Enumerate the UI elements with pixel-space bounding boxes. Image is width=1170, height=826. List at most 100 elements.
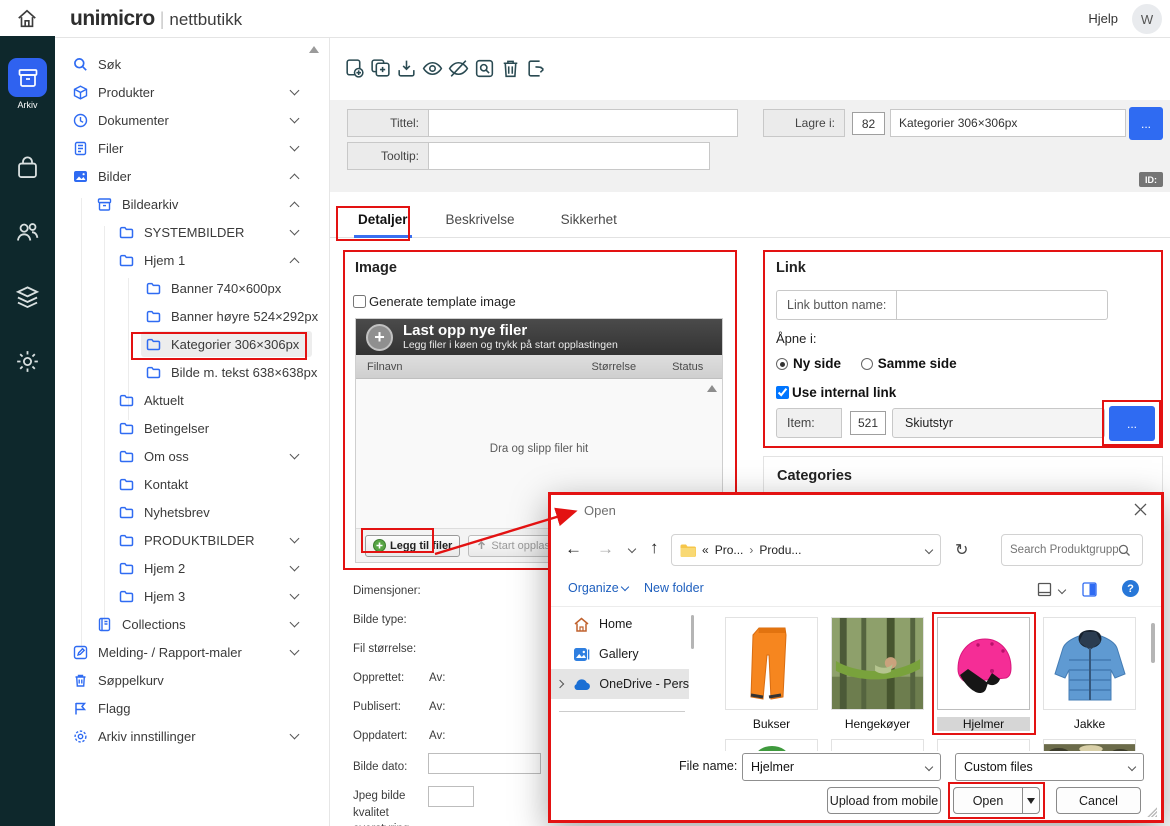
view-dropdown-icon[interactable] [1058, 586, 1066, 594]
close-icon[interactable] [1134, 503, 1147, 516]
item-value-field[interactable]: Skiutstyr [892, 408, 1105, 438]
nav-item-produktbilder[interactable]: PRODUKTBILDER [55, 526, 330, 554]
nav-item-hjem1[interactable]: Hjem 1 [55, 246, 330, 274]
lagre-id-box[interactable]: 82 [852, 112, 885, 135]
scroll-up-icon[interactable] [707, 385, 717, 392]
shopping-bag-icon[interactable] [14, 154, 41, 181]
sidebar-item-home[interactable]: Home [551, 609, 689, 639]
address-dropdown-icon[interactable] [925, 546, 933, 554]
rail-item-arkiv[interactable] [8, 58, 47, 97]
nav-item-produkter[interactable]: Produkter [55, 78, 330, 106]
nav-item-betingelser[interactable]: Betingelser [55, 414, 330, 442]
nav-item-kontakt[interactable]: Kontakt [55, 470, 330, 498]
up-icon[interactable]: ↑ [650, 538, 659, 558]
nav-item-banner740[interactable]: Banner 740×600px [55, 274, 330, 302]
nav-item-hjem2[interactable]: Hjem 2 [55, 554, 330, 582]
preview-icon[interactable] [473, 57, 496, 80]
open-dropdown-icon[interactable] [1023, 798, 1039, 804]
jpeg-quality-input[interactable] [428, 786, 474, 807]
crumb-current[interactable]: Produ... [759, 543, 801, 557]
crumb-parent[interactable]: Pro... [715, 543, 744, 557]
sidebar-scrollbar[interactable] [691, 615, 694, 649]
forward-icon[interactable]: → [597, 539, 614, 559]
nav-item-omoss[interactable]: Om oss [55, 442, 330, 470]
generate-template-row[interactable]: Generate template image [353, 294, 516, 309]
internal-link-checkbox[interactable] [776, 386, 789, 399]
nav-item-sok[interactable]: Søk [55, 50, 330, 78]
delete-icon[interactable] [499, 57, 522, 80]
file-thumb-partial-1[interactable] [725, 739, 818, 751]
nav-item-hjem3[interactable]: Hjem 3 [55, 582, 330, 610]
bilde-dato-input[interactable] [428, 753, 541, 774]
file-thumb-jakke[interactable] [1043, 617, 1136, 710]
tab-beskrivelse[interactable]: Beskrivelse [432, 205, 529, 237]
item-id-box[interactable]: 521 [850, 411, 886, 435]
new-item-icon[interactable] [343, 57, 366, 80]
tooltip-input[interactable] [428, 142, 710, 170]
upload-from-mobile-button[interactable]: Upload from mobile [827, 787, 941, 814]
nav-item-dokumenter[interactable]: Dokumenter [55, 106, 330, 134]
file-thumb-hengekoyer[interactable] [831, 617, 924, 710]
resize-grip[interactable] [1147, 807, 1157, 817]
gear-icon[interactable] [14, 348, 41, 375]
tab-detaljer[interactable]: Detaljer [344, 205, 422, 237]
refresh-icon[interactable]: ↻ [955, 540, 968, 560]
nav-item-systembilder[interactable]: SYSTEMBILDER [55, 218, 330, 246]
lagre-input[interactable] [890, 109, 1126, 137]
file-thumb-bukser[interactable] [725, 617, 818, 710]
hide-icon[interactable] [447, 57, 470, 80]
open-button[interactable]: Open [953, 787, 1040, 814]
avatar[interactable]: W [1132, 4, 1162, 34]
show-icon[interactable] [421, 57, 444, 80]
nav-item-flagg[interactable]: Flagg [55, 694, 330, 722]
new-folder-button[interactable]: New folder [644, 581, 704, 595]
search-input[interactable] [1010, 544, 1118, 556]
users-icon[interactable] [14, 218, 41, 245]
sidebar-item-gallery[interactable]: Gallery [551, 639, 689, 669]
layers-icon[interactable] [14, 284, 41, 311]
file-name-combo[interactable]: Hjelmer [742, 753, 941, 781]
nav-item-bildearkiv[interactable]: Bildearkiv [55, 190, 330, 218]
link-button-name-input[interactable] [896, 290, 1108, 320]
nav-item-aktuelt[interactable]: Aktuelt [55, 386, 330, 414]
item-browse-button[interactable]: ... [1109, 406, 1155, 441]
lagre-browse-button[interactable]: ... [1129, 107, 1163, 140]
nav-item-kategorier[interactable]: Kategorier 306×306px [55, 330, 330, 358]
cancel-button[interactable]: Cancel [1056, 787, 1141, 814]
help-icon[interactable]: ? [1122, 580, 1139, 597]
tab-sikkerhet[interactable]: Sikkerhet [547, 205, 631, 237]
nav-item-soppelkurv[interactable]: Søppelkurv [55, 666, 330, 694]
help-link[interactable]: Hjelp [1088, 11, 1118, 26]
nav-item-collections[interactable]: Collections [55, 610, 330, 638]
nav-item-banner524[interactable]: Banner høyre 524×292px [55, 302, 330, 330]
recent-locations-icon[interactable] [628, 545, 636, 553]
sidebar-item-onedrive[interactable]: OneDrive - Pers [551, 669, 689, 699]
search-box[interactable] [1001, 534, 1143, 566]
move-icon[interactable] [525, 57, 548, 80]
file-thumb-partial-3[interactable] [937, 739, 1030, 751]
view-icon[interactable] [1037, 582, 1052, 597]
duplicate-icon[interactable] [369, 57, 392, 80]
radio-ny-side[interactable]: Ny side [776, 356, 841, 371]
file-thumb-hjelmer[interactable] [937, 617, 1030, 710]
nav-item-meldingmaler[interactable]: Melding- / Rapport-maler [55, 638, 330, 666]
tittel-input[interactable] [428, 109, 738, 137]
file-thumb-partial-4[interactable] [1043, 739, 1136, 751]
radio-samme-side[interactable]: Samme side [861, 356, 957, 371]
preview-pane-icon[interactable] [1082, 582, 1097, 597]
nav-item-filer[interactable]: Filer [55, 134, 330, 162]
nav-item-arkivinnstillinger[interactable]: Arkiv innstillinger [55, 722, 330, 750]
download-icon[interactable] [395, 57, 418, 80]
files-scrollbar[interactable] [1151, 623, 1155, 663]
expand-icon[interactable] [556, 680, 564, 688]
nav-item-bilder[interactable]: Bilder [55, 162, 330, 190]
nav-item-nyhetsbrev[interactable]: Nyhetsbrev [55, 498, 330, 526]
home-icon[interactable] [16, 8, 38, 30]
internal-link-row[interactable]: Use internal link [776, 385, 896, 400]
organize-menu[interactable]: Organize [568, 581, 628, 595]
generate-template-checkbox[interactable] [353, 295, 366, 308]
nav-item-bilde638[interactable]: Bilde m. tekst 638×638px [55, 358, 330, 386]
file-thumb-partial-2[interactable] [831, 739, 924, 751]
file-type-combo[interactable]: Custom files [955, 753, 1144, 781]
address-bar[interactable]: « Pro... › Produ... [671, 534, 941, 566]
